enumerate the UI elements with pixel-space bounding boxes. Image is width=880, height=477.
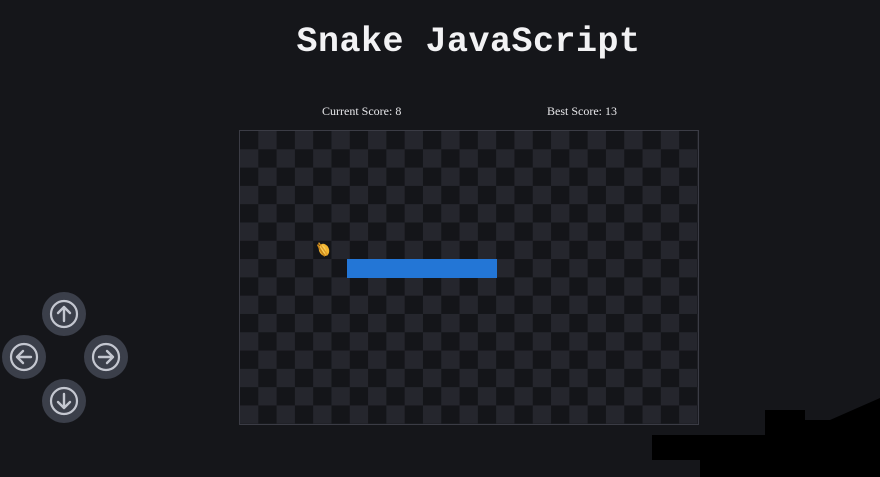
page-title: Snake JavaScript — [296, 22, 641, 62]
arrow-up-icon — [49, 299, 79, 329]
left-button[interactable] — [2, 335, 46, 379]
corn-icon — [315, 240, 333, 258]
current-score: Current Score: 8 — [322, 104, 402, 118]
arrow-right-icon — [91, 342, 121, 372]
corner-shadow — [652, 398, 880, 477]
snake-body — [347, 259, 497, 278]
right-button[interactable] — [84, 335, 128, 379]
game-board[interactable] — [239, 130, 699, 425]
arrow-down-icon — [49, 386, 79, 416]
arrow-left-icon — [9, 342, 39, 372]
best-score: Best Score: 13 — [547, 104, 617, 118]
down-button[interactable] — [42, 379, 86, 423]
up-button[interactable] — [42, 292, 86, 336]
